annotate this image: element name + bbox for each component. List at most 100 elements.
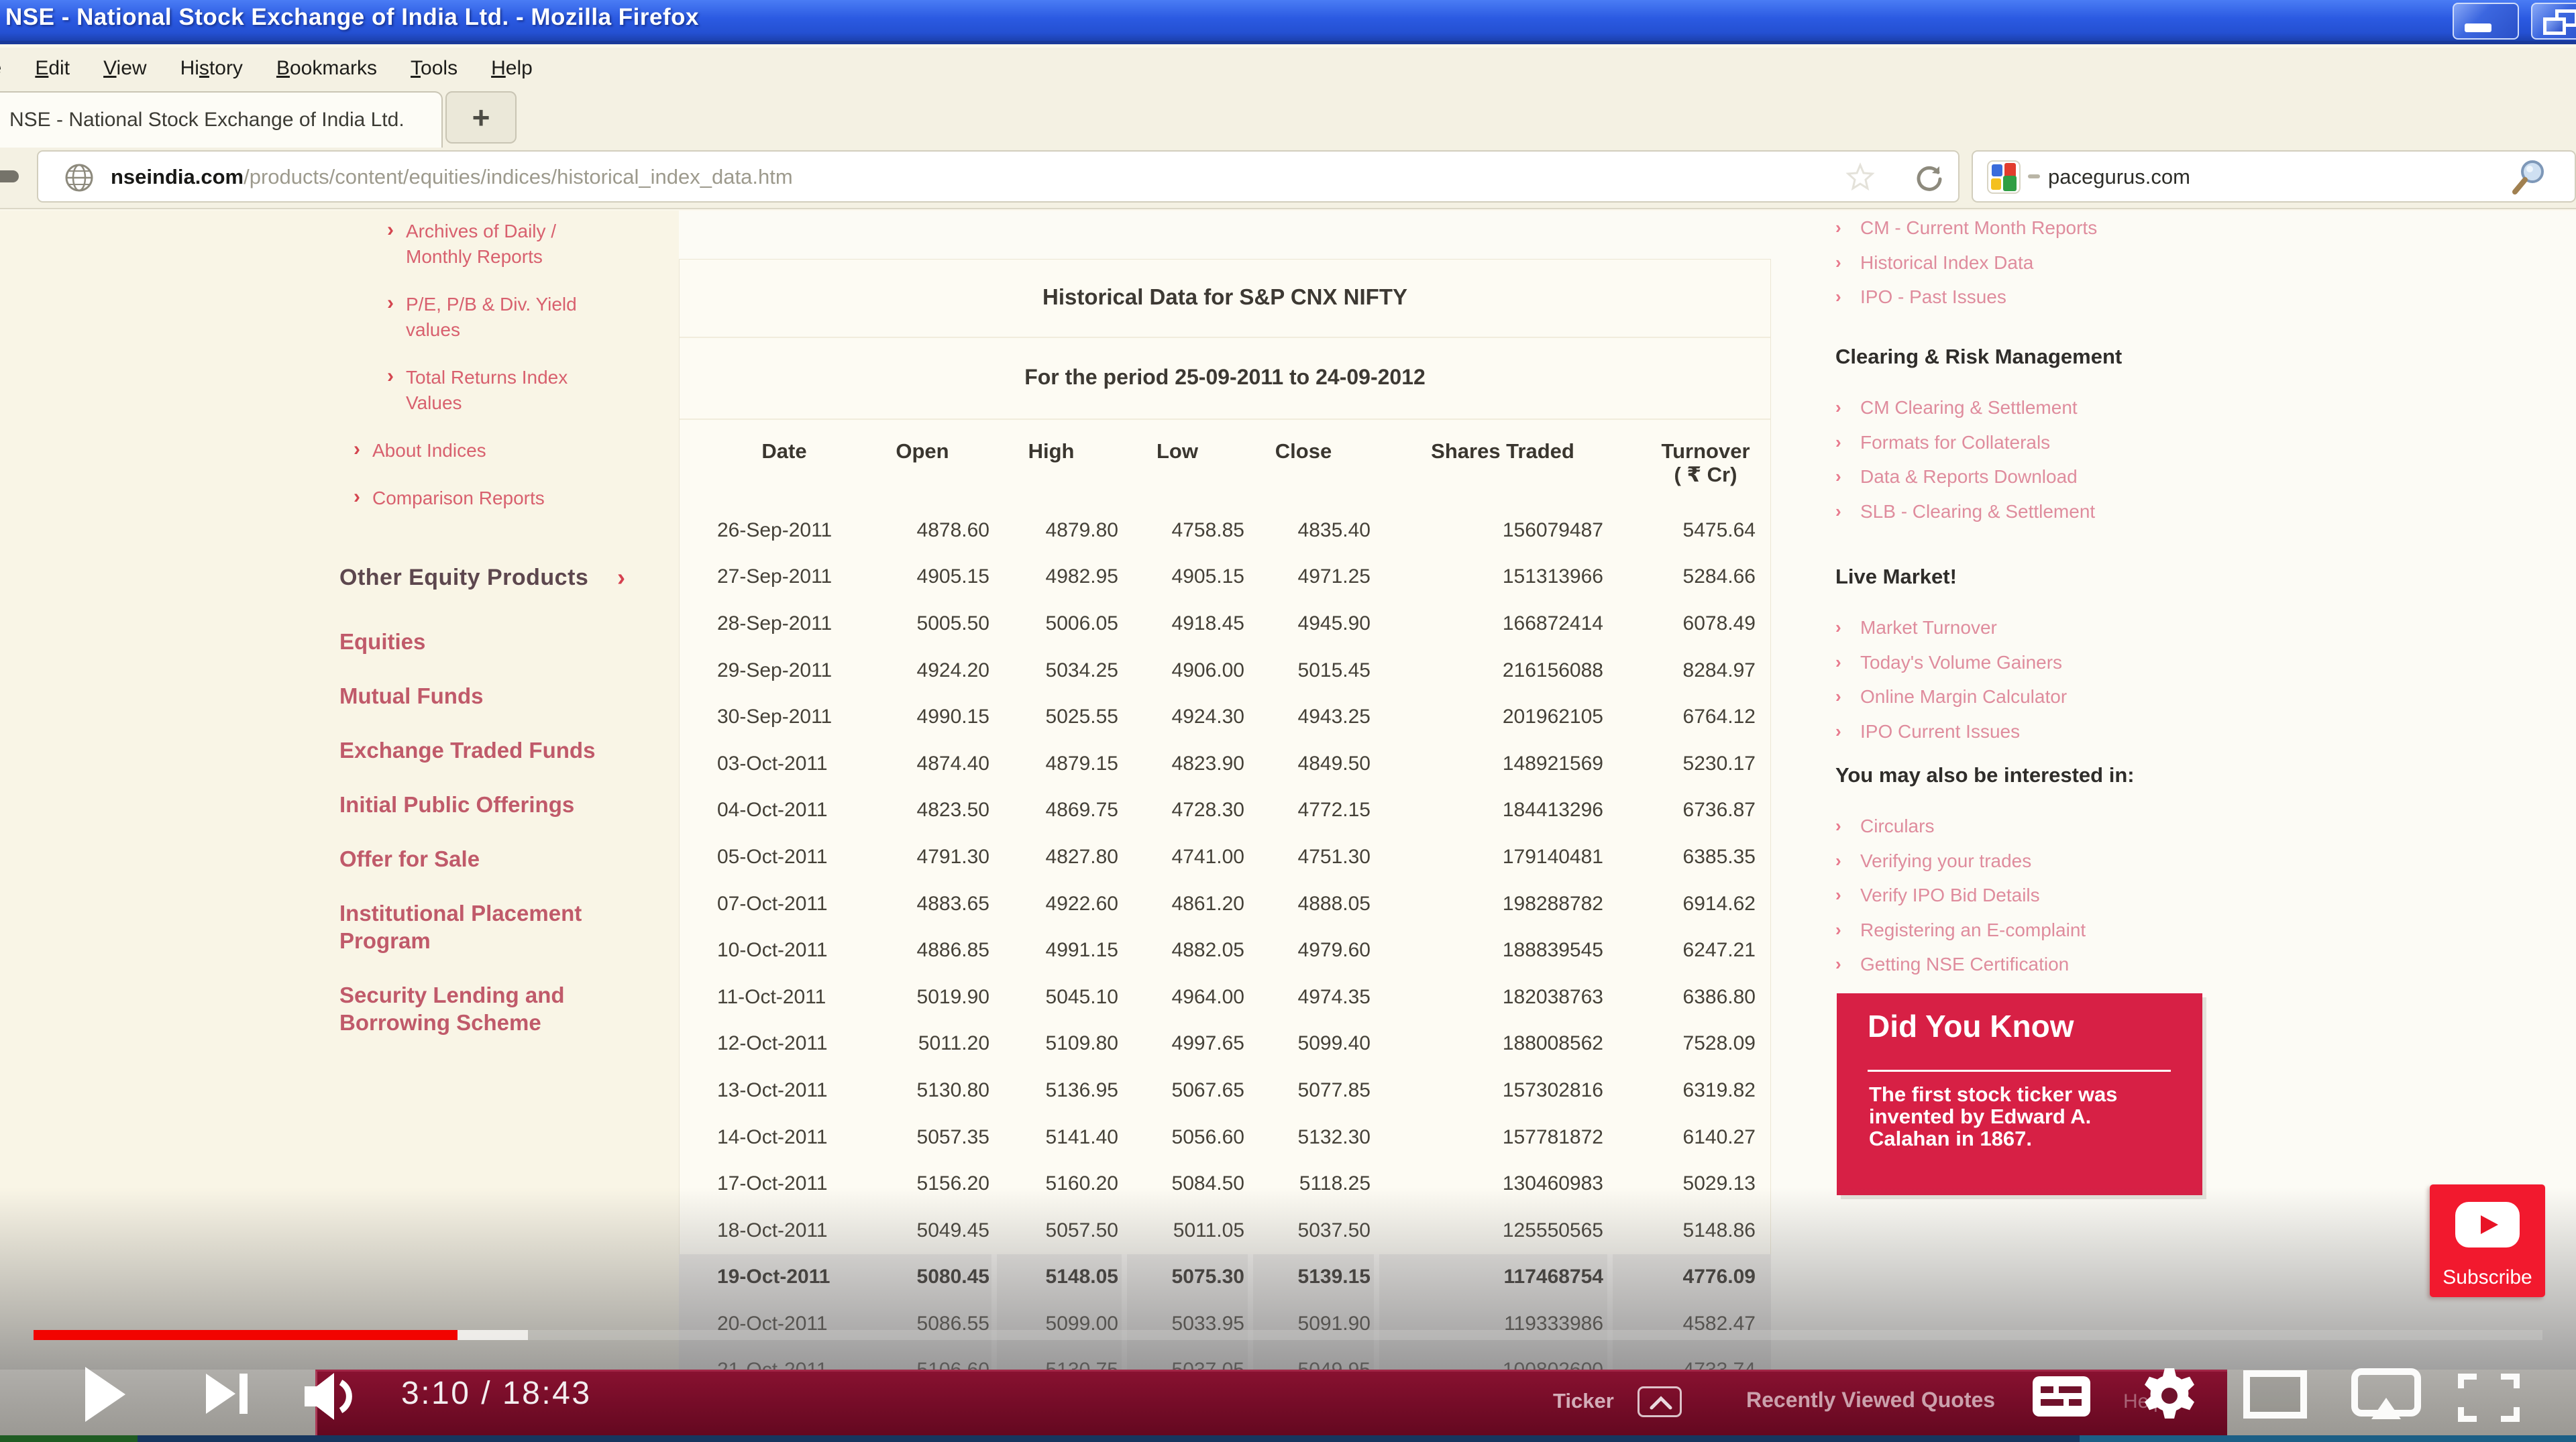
cell-low: 5067.65 [1110,1079,1244,1102]
right-sidebar-link[interactable]: ›Verifying your trades [1835,844,2365,879]
right-sidebar-link[interactable]: ›CM - Current Month Reports [1835,211,2365,245]
chevron-right-icon: › [387,364,394,389]
volume-icon[interactable] [303,1370,364,1423]
right-sidebar-link[interactable]: ›Circulars [1835,809,2365,844]
menu-item[interactable]: View [103,57,180,80]
table-row[interactable]: 18-Oct-2011 5049.45 5057.50 5011.05 5037… [679,1207,1771,1254]
right-sidebar-link[interactable]: ›Formats for Collaterals [1835,425,2365,460]
table-row[interactable]: 11-Oct-2011 5019.90 5045.10 4964.00 4974… [679,974,1771,1021]
new-tab-button[interactable]: + [445,91,517,144]
table-row[interactable]: 04-Oct-2011 4823.50 4869.75 4728.30 4772… [679,787,1771,834]
video-progress-played [34,1330,458,1340]
cell-low: 4906.00 [1110,659,1244,682]
table-row[interactable]: 26-Sep-2011 4878.60 4879.80 4758.85 4835… [679,507,1771,554]
right-sidebar-link[interactable]: ›Registering an E-complaint [1835,913,2365,948]
sidebar-link[interactable]: ›About Indices [339,438,661,463]
table-row[interactable]: 20-Oct-2011 5086.55 5099.00 5033.95 5091… [679,1300,1771,1347]
table-row[interactable]: 13-Oct-2011 5130.80 5136.95 5067.65 5077… [679,1067,1771,1114]
sidebar-product-link[interactable]: Mutual Funds [339,682,661,710]
table-row[interactable]: 03-Oct-2011 4874.40 4879.15 4823.90 4849… [679,740,1771,787]
menu-item[interactable]: Help [491,57,566,80]
menu-item[interactable]: File [0,57,35,80]
table-row[interactable]: 12-Oct-2011 5011.20 5109.80 4997.65 5099… [679,1021,1771,1068]
right-sidebar-link[interactable]: ›IPO - Past Issues [1835,280,2365,315]
right-sidebar-link[interactable]: ›SLB - Clearing & Settlement [1835,494,2365,529]
cell-date: 26-Sep-2011 [717,519,832,542]
next-button[interactable] [205,1371,250,1417]
cell-close: 4943.25 [1236,706,1371,728]
recently-viewed-quotes-link[interactable]: Recently Viewed Quotes [1746,1388,1995,1412]
sidebar-product-link[interactable]: Offer for Sale [339,845,661,873]
cell-date: 29-Sep-2011 [717,659,832,682]
cell-high: 5160.20 [984,1172,1118,1195]
right-sidebar-link[interactable]: ›CM Clearing & Settlement [1835,390,2365,425]
right-sidebar-link[interactable]: ›Historical Index Data [1835,245,2365,280]
table-subtitle: For the period 25-09-2011 to 24-09-2012 [679,365,1771,390]
search-icon[interactable] [2508,157,2550,199]
subscribe-button[interactable]: Subscribe [2430,1184,2545,1297]
ticker-expand-button[interactable] [1638,1386,1682,1417]
back-button[interactable] [0,170,19,182]
cell-open: 4905.15 [855,565,989,588]
theater-mode-icon[interactable] [2243,1370,2307,1419]
table-row[interactable]: 17-Oct-2011 5156.20 5160.20 5084.50 5118… [679,1160,1771,1207]
menu-item[interactable]: Edit [35,57,103,80]
column-header-high: High [984,439,1118,463]
right-sidebar-link[interactable]: ›Today's Volume Gainers [1835,645,2365,680]
sidebar-link[interactable]: ›Comparison Reports [339,486,661,511]
ticker-label[interactable]: Ticker [1553,1389,1614,1413]
right-sidebar-link[interactable]: ›Online Margin Calculator [1835,679,2365,714]
chevron-right-icon: › [1835,947,1841,982]
sidebar-product-link[interactable]: Initial Public Offerings [339,791,661,818]
search-input[interactable]: pacegurus.com [2048,165,2190,189]
chevron-right-icon: › [617,563,625,592]
video-progress-buffered [458,1330,528,1340]
table-row[interactable]: 30-Sep-2011 4990.15 5025.55 4924.30 4943… [679,694,1771,740]
video-progress-bar[interactable] [34,1330,2542,1340]
tab-nse[interactable]: NSE - National Stock Exchange of India L… [0,91,443,149]
cell-turnover: 6078.49 [1621,612,1756,635]
sidebar-product-link[interactable]: Institutional Placement Program [339,899,661,954]
table-row[interactable]: 28-Sep-2011 5005.50 5006.05 4918.45 4945… [679,600,1771,647]
menu-item[interactable]: Bookmarks [276,57,411,80]
cell-low: 4964.00 [1110,986,1244,1009]
menu-item[interactable]: Tools [411,57,491,80]
search-engine-caret[interactable] [2028,174,2040,178]
reload-icon[interactable] [1914,162,1945,193]
play-on-tv-icon[interactable] [2351,1368,2421,1423]
sidebar-section-other-equity-products[interactable]: Other Equity Products [339,565,588,591]
sidebar-product-link[interactable]: Security Lending and Borrowing Scheme [339,981,661,1036]
table-row[interactable]: 29-Sep-2011 4924.20 5034.25 4906.00 5015… [679,647,1771,694]
right-sidebar-link[interactable]: ›Data & Reports Download [1835,459,2365,494]
cell-close: 4835.40 [1236,519,1371,542]
right-sidebar-link[interactable]: ›Verify IPO Bid Details [1835,878,2365,913]
cell-low: 4741.00 [1110,846,1244,869]
restore-button[interactable] [2531,3,2576,40]
right-sidebar-link[interactable]: ›Market Turnover [1835,610,2365,645]
settings-gear-icon[interactable] [2141,1367,2198,1425]
bookmark-star-icon[interactable] [1845,162,1875,192]
table-row[interactable]: 27-Sep-2011 4905.15 4982.95 4905.15 4971… [679,554,1771,601]
sidebar-product-link[interactable]: Exchange Traded Funds [339,736,661,764]
menu-item[interactable]: History [180,57,276,80]
url-text[interactable]: nseindia.com/products/content/equities/i… [111,165,793,189]
table-row[interactable]: 07-Oct-2011 4883.65 4922.60 4861.20 4888… [679,881,1771,928]
right-sidebar-link[interactable]: ›Getting NSE Certification [1835,947,2365,982]
sidebar-link[interactable]: ›P/E, P/B & Div. Yield values [339,292,661,343]
address-bar[interactable]: nseindia.com/products/content/equities/i… [37,150,1960,203]
sidebar-product-link[interactable]: Equities [339,628,661,655]
subtitles-icon[interactable] [2033,1376,2090,1417]
fullscreen-icon[interactable] [2458,1374,2520,1422]
search-box[interactable]: pacegurus.com [1972,150,2576,203]
cell-high: 4982.95 [984,565,1118,588]
table-row[interactable]: 10-Oct-2011 4886.85 4991.15 4882.05 4979… [679,927,1771,974]
sidebar-link[interactable]: ›Total Returns Index Values [339,365,661,416]
table-row[interactable]: 14-Oct-2011 5057.35 5141.40 5056.60 5132… [679,1114,1771,1161]
cell-shares-traded: 182038763 [1402,986,1603,1009]
table-row[interactable]: 05-Oct-2011 4791.30 4827.80 4741.00 4751… [679,834,1771,881]
minimize-button[interactable] [2453,3,2519,40]
play-button[interactable] [84,1366,127,1423]
table-row[interactable]: 19-Oct-2011 5080.45 5148.05 5075.30 5139… [679,1254,1771,1301]
right-sidebar-link[interactable]: ›IPO Current Issues [1835,714,2365,749]
sidebar-link[interactable]: ›Archives of Daily / Monthly Reports [339,219,661,270]
